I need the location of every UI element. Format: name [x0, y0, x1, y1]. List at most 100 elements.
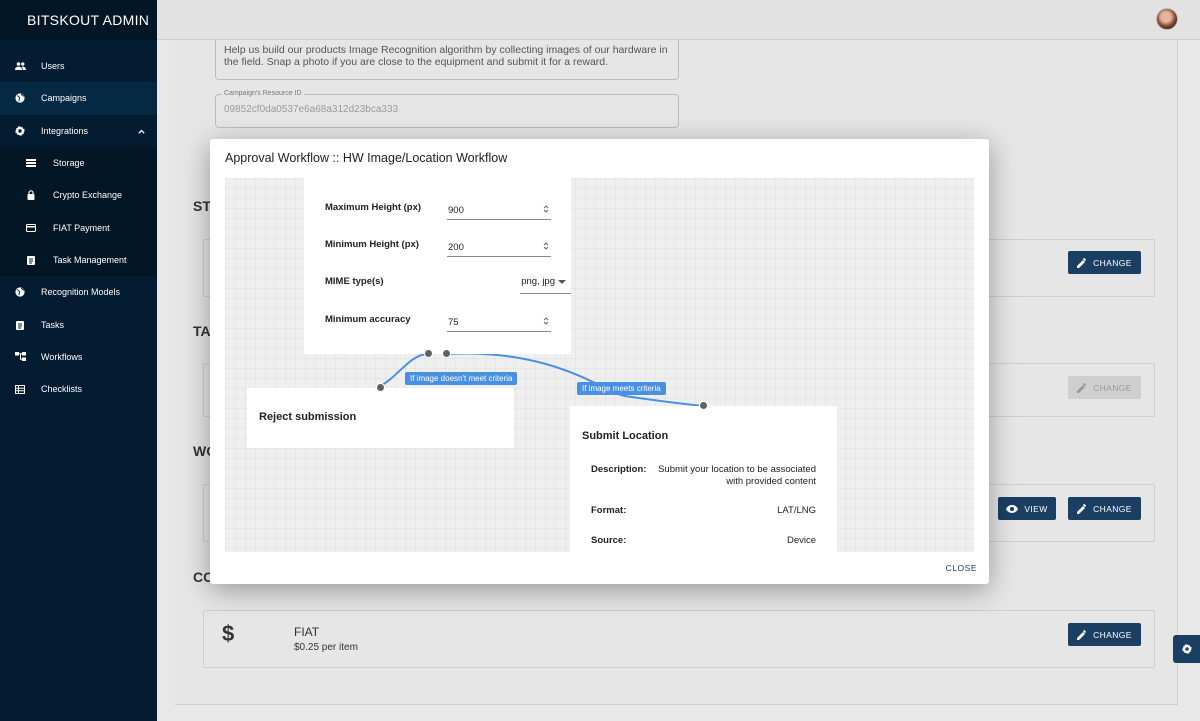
description-value: Submit your location to be associated wi… [658, 464, 816, 487]
sidebar: BITSKOUT ADMIN Users Campaigns Integrati… [0, 0, 157, 721]
section-heading-tasks: TA [193, 323, 211, 339]
settings-fab[interactable] [1173, 635, 1200, 663]
max-height-label: Maximum Height (px) [325, 202, 422, 213]
chevron-up-icon[interactable] [138, 126, 145, 136]
pencil-icon [1077, 257, 1087, 268]
edge-label-fail: If image doesn't meet criteria [405, 372, 518, 385]
clipboard-icon [25, 254, 37, 266]
sidebar-item-recognition-models[interactable]: Recognition Models [0, 276, 157, 308]
modal-title: Approval Workflow :: HW Image/Location W… [225, 151, 508, 165]
sidebar-item-label: Recognition Models [41, 287, 121, 298]
table-icon [14, 383, 26, 395]
resource-id-value: 09852cf0da0537e6a68a312d23bca333 [224, 104, 399, 115]
format-key: Format: [591, 505, 627, 516]
mime-type-value: png, jpg [521, 276, 566, 287]
sidebar-item-fiat-payment[interactable]: FIAT Payment [0, 211, 157, 244]
max-height-row: Maximum Height (px) 900 [325, 198, 551, 220]
sidebar-nav: Users Campaigns Integrations Storage Cry… [0, 40, 157, 405]
submit-location-node[interactable]: Submit Location Description: Submit your… [570, 406, 837, 552]
gear-icon [1181, 644, 1192, 654]
avatar[interactable] [1156, 8, 1178, 30]
users-icon [14, 60, 26, 72]
sidebar-item-label: Campaigns [41, 93, 87, 104]
workflow-change-button[interactable]: CHANGE [1068, 497, 1141, 520]
storage-change-button[interactable]: CHANGE [1068, 251, 1141, 274]
min-accuracy-row: Minimum accuracy 75 [325, 310, 551, 332]
stepper-icon [543, 205, 549, 213]
button-label: CHANGE [1093, 257, 1132, 268]
sidebar-item-checklists[interactable]: Checklists [0, 373, 157, 405]
criteria-node[interactable]: Maximum Height (px) 900 Minimum Height (… [304, 178, 571, 354]
sidebar-item-integrations[interactable]: Integrations [0, 115, 157, 147]
sidebar-item-storage[interactable]: Storage [0, 146, 157, 180]
sidebar-item-tasks[interactable]: Tasks [0, 308, 157, 340]
sidebar-item-task-management[interactable]: Task Management [0, 243, 157, 277]
eye-icon [1006, 504, 1019, 513]
source-value: Device [786, 535, 816, 546]
workflow-modal: Approval Workflow :: HW Image/Location W… [210, 139, 989, 584]
task-change-button[interactable]: CHANGE [1068, 376, 1141, 399]
stepper-icon [543, 317, 549, 325]
reject-input-handle[interactable] [376, 383, 385, 392]
mime-type-row: MIME type(s) png, jpg [325, 272, 571, 294]
gear-icon [14, 125, 26, 137]
sidebar-item-label: Storage [53, 158, 85, 169]
sidebar-item-label: Task Management [53, 254, 127, 265]
sidebar-item-workflows[interactable]: Workflows [0, 341, 157, 373]
stepper-icon [543, 242, 549, 250]
fiat-name: FIAT [294, 625, 320, 639]
fiat-card: $ FIAT $0.25 per item CHANGE [203, 610, 1155, 668]
min-height-row: Minimum Height (px) 200 [325, 235, 551, 257]
pencil-icon [1077, 503, 1087, 514]
min-height-input[interactable]: 200 [447, 235, 551, 257]
pencil-icon [1077, 382, 1087, 393]
lock-icon [25, 189, 37, 201]
submit-title: Submit Location [582, 430, 669, 442]
max-height-value: 900 [448, 205, 464, 216]
sidebar-item-label: Crypto Exchange [53, 190, 123, 201]
button-label: VIEW [1024, 503, 1048, 514]
campaign-description-field[interactable]: Help us build our products Image Recogni… [215, 40, 679, 80]
sidebar-item-label: Checklists [41, 384, 83, 395]
sidebar-item-crypto-exchange[interactable]: Crypto Exchange [0, 179, 157, 212]
min-height-value: 200 [448, 242, 464, 253]
dropdown-arrow-icon [558, 279, 566, 284]
reject-title: Reject submission [259, 411, 357, 423]
sidebar-item-label: Users [41, 61, 65, 72]
workflow-canvas[interactable]: Maximum Height (px) 900 Minimum Height (… [225, 178, 974, 552]
resource-id-field[interactable]: Campaign's Resource ID 09852cf0da0537e6a… [215, 90, 679, 128]
mime-type-select[interactable]: png, jpg [520, 272, 571, 294]
min-accuracy-input[interactable]: 75 [447, 310, 551, 332]
clipboard-icon [14, 319, 26, 331]
min-height-label: Minimum Height (px) [325, 239, 419, 250]
sidebar-item-label: Tasks [41, 319, 65, 330]
workflow-view-button[interactable]: VIEW [998, 497, 1056, 520]
fiat-price: $0.25 per item [294, 642, 358, 653]
globe-icon [14, 286, 26, 298]
fiat-change-button[interactable]: CHANGE [1068, 623, 1141, 646]
submit-input-handle[interactable] [699, 401, 708, 410]
storage-icon [25, 157, 37, 169]
button-label: CHANGE [1093, 629, 1132, 640]
pass-output-handle[interactable] [442, 349, 451, 358]
button-label: CHANGE [1093, 382, 1132, 393]
edge-label-pass: If image meets criteria [577, 382, 666, 395]
close-button[interactable]: CLOSE [946, 563, 977, 573]
format-value: LAT/LNG [777, 505, 816, 516]
min-accuracy-label: Minimum accuracy [325, 314, 411, 325]
max-height-input[interactable]: 900 [447, 198, 551, 220]
dollar-icon: $ [222, 621, 235, 646]
sidebar-item-campaigns[interactable]: Campaigns [0, 82, 157, 115]
fail-output-handle[interactable] [424, 349, 433, 358]
top-bar [157, 0, 1200, 40]
mime-type-label: MIME type(s) [325, 276, 384, 287]
pencil-icon [1077, 629, 1087, 640]
workflow-icon [14, 351, 26, 363]
section-heading-storage: ST [193, 198, 211, 214]
resource-id-label: Campaign's Resource ID [222, 90, 304, 97]
card-icon [25, 222, 37, 234]
reject-node[interactable]: Reject submission [247, 388, 514, 448]
description-key: Description: [591, 464, 647, 475]
globe-icon [14, 92, 26, 104]
sidebar-item-users[interactable]: Users [0, 50, 157, 82]
